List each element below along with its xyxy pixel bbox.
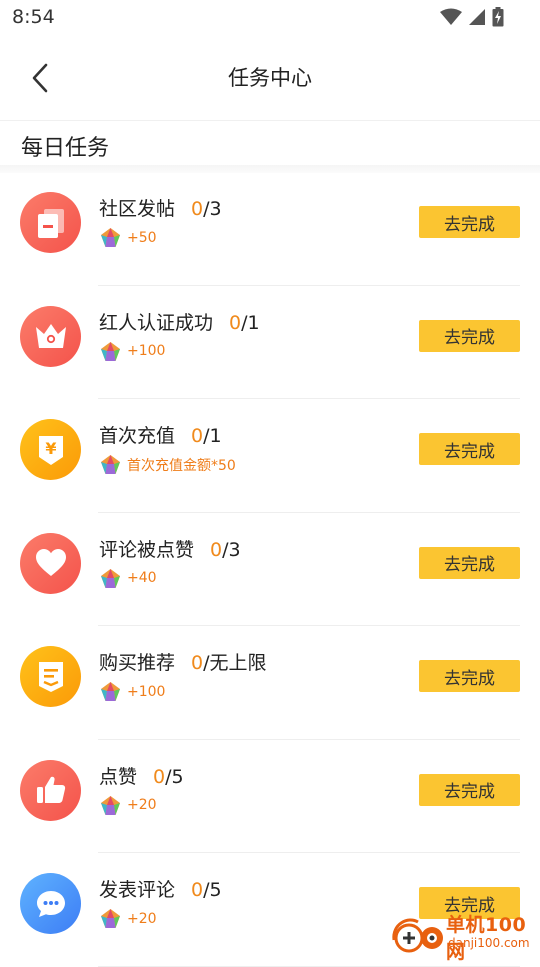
- reward-line: +100: [100, 681, 165, 702]
- reward-text: +20: [127, 797, 157, 813]
- go-complete-button[interactable]: 去完成: [419, 546, 520, 579]
- go-complete-button[interactable]: 去完成: [419, 206, 520, 238]
- task-name-line: 点赞 0 /5: [99, 762, 184, 789]
- task-item: ¥ 首次充值 0 /1 首次充值金额*50 去完成: [0, 399, 540, 513]
- task-progress-total: /5: [165, 765, 184, 788]
- signal-icon: [469, 9, 485, 25]
- task-name: 发表评论: [99, 879, 176, 901]
- task-progress-total: /无上限: [203, 652, 267, 674]
- reward-text: +100: [127, 683, 166, 700]
- go-complete-button[interactable]: 去完成: [419, 773, 520, 806]
- reward-text: +100: [127, 343, 166, 359]
- chat-bubble-icon: [20, 873, 81, 934]
- task-progress-total: /1: [241, 311, 260, 334]
- task-name-line: 社区发帖 0 /3: [99, 194, 222, 221]
- receipt-icon: [20, 646, 81, 707]
- status-time: 8:54: [12, 6, 55, 28]
- status-icons: [440, 7, 504, 27]
- watermark-logo-icon: [392, 918, 443, 953]
- task-progress-done: 0: [229, 311, 242, 334]
- task-progress-done: 0: [191, 425, 204, 447]
- task-progress-done: 0: [191, 652, 204, 674]
- reward-line: +20: [100, 908, 157, 929]
- task-item: 评论被点赞 0 /3 +40 去完成: [0, 513, 540, 627]
- gem-icon: [101, 568, 120, 588]
- section-title: 每日任务: [21, 136, 110, 161]
- go-complete-button[interactable]: 去完成: [419, 660, 520, 692]
- watermark-url: danji100.com: [448, 936, 530, 950]
- gem-icon: [101, 341, 120, 361]
- go-complete-button[interactable]: 去完成: [419, 319, 520, 352]
- go-complete-button[interactable]: 去完成: [419, 433, 520, 465]
- thumbs-up-icon: [20, 759, 81, 821]
- task-progress-total: /5: [203, 879, 222, 901]
- task-name: 首次充值: [99, 425, 176, 447]
- crown-icon: [20, 305, 81, 367]
- battery-charging-icon: [492, 7, 504, 27]
- task-name-line: 评论被点赞 0 /3: [99, 535, 241, 562]
- reward-text: +40: [127, 570, 157, 586]
- gem-icon: [101, 455, 120, 474]
- gem-icon: [101, 682, 120, 701]
- task-name: 购买推荐: [99, 652, 176, 674]
- task-name-line: 红人认证成功 0 /1: [99, 308, 260, 335]
- task-progress-done: 0: [153, 765, 166, 788]
- task-name: 点赞: [99, 765, 138, 788]
- task-item: 社区发帖 0 /3 +50 去完成: [0, 172, 540, 286]
- task-item: 点赞 0 /5 +20 去完成: [0, 740, 540, 854]
- task-name-line: 首次充值 0 /1: [99, 421, 222, 448]
- reward-line: +40: [100, 568, 157, 589]
- reward-text: +20: [127, 910, 157, 927]
- yuan-icon: ¥: [20, 419, 81, 480]
- svg-text:¥: ¥: [45, 439, 56, 458]
- reward-text: 首次充值金额*50: [127, 457, 236, 474]
- task-progress-done: 0: [191, 198, 204, 220]
- watermark: 单机100网 danji100.com: [388, 908, 538, 963]
- gem-icon: [101, 909, 120, 928]
- task-progress-done: 0: [210, 538, 223, 561]
- task-name-line: 发表评论 0 /5: [99, 875, 222, 902]
- task-name: 红人认证成功: [99, 311, 214, 334]
- task-list: 社区发帖 0 /3 +50 去完成 红人认证成功 0 /1 +100 去完成 ¥…: [0, 172, 540, 967]
- posts-icon: [20, 192, 81, 253]
- reward-line: +20: [100, 795, 157, 816]
- gem-icon: [101, 795, 120, 815]
- section-header: 每日任务: [0, 121, 540, 169]
- task-progress-total: /3: [222, 538, 241, 561]
- task-name: 评论被点赞: [99, 538, 195, 561]
- page-title: 任务中心: [228, 66, 312, 90]
- task-progress-total: /3: [203, 198, 222, 220]
- wifi-icon: [440, 8, 462, 25]
- gem-icon: [101, 228, 120, 247]
- task-item: 红人认证成功 0 /1 +100 去完成: [0, 286, 540, 400]
- app-bar: 任务中心: [0, 36, 540, 121]
- reward-line: 首次充值金额*50: [100, 454, 236, 475]
- status-bar: 8:54: [0, 0, 540, 36]
- reward-text: +50: [127, 229, 157, 246]
- task-item: 购买推荐 0 /无上限 +100 去完成: [0, 626, 540, 740]
- reward-line: +100: [100, 341, 165, 362]
- task-name-line: 购买推荐 0 /无上限: [99, 648, 267, 675]
- task-progress-done: 0: [191, 879, 204, 901]
- heart-icon: [20, 532, 81, 594]
- task-name: 社区发帖: [99, 198, 176, 220]
- reward-line: +50: [100, 227, 157, 248]
- task-progress-total: /1: [203, 425, 222, 447]
